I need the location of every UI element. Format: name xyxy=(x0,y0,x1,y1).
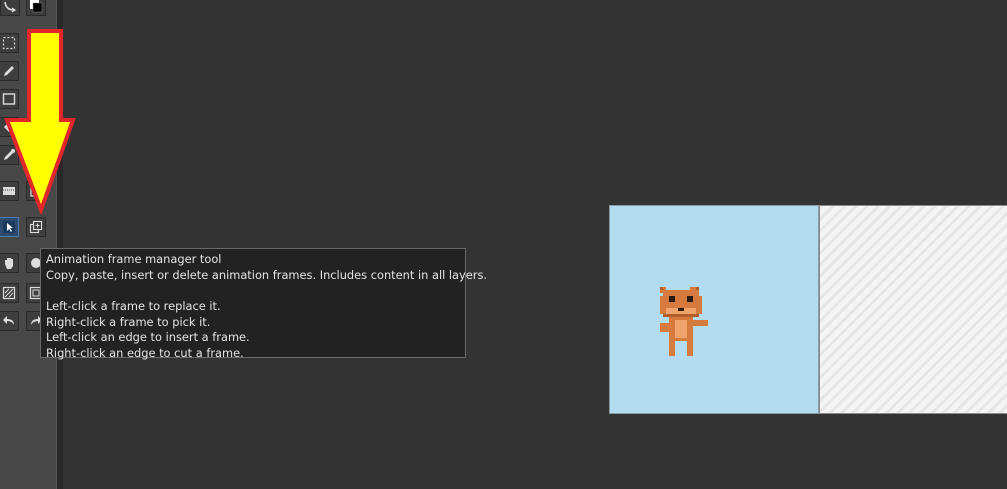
pan-tool-button[interactable] xyxy=(0,253,19,273)
eyedropper-tool-button[interactable] xyxy=(0,145,19,165)
tooltip-instruction: Left-click an edge to insert a frame. xyxy=(46,330,250,345)
color-swap-icon xyxy=(30,0,43,13)
curve-tool-button[interactable] xyxy=(0,0,20,16)
hand-icon xyxy=(5,258,13,269)
tooltip-title: Animation frame manager tool xyxy=(46,252,222,266)
marquee-icon xyxy=(2,36,16,50)
pattern-icon xyxy=(2,286,16,300)
undo-tool-button[interactable] xyxy=(0,311,19,331)
eyedropper-icon xyxy=(4,149,15,160)
undo-icon xyxy=(3,316,14,325)
move-selection-tool-button[interactable] xyxy=(0,217,19,237)
curve-icon xyxy=(4,1,17,13)
gradient-tool-button[interactable] xyxy=(0,181,19,201)
animation-frame-manager-tool-button[interactable] xyxy=(26,217,46,237)
rectangle-tool-button[interactable] xyxy=(0,89,19,109)
toolbox-panel xyxy=(0,0,56,489)
cat-sprite xyxy=(660,287,708,356)
pencil-icon xyxy=(4,66,14,76)
app-window: Animation frame manager tool Copy, paste… xyxy=(0,0,1007,489)
tool-tooltip: Animation frame manager tool Copy, paste… xyxy=(40,248,488,360)
tooltip-instruction: Right-click a frame to pick it. xyxy=(46,314,211,329)
layer-icon xyxy=(30,185,42,197)
tooltip-description: Copy, paste, insert or delete animation … xyxy=(46,267,488,282)
fill-tool-button[interactable] xyxy=(0,117,19,137)
frame-manager-icon xyxy=(29,220,43,234)
tooltip-instruction: Right-click an edge to cut a frame. xyxy=(46,346,244,361)
toolbox-splitter[interactable] xyxy=(56,0,63,489)
gradient-icon xyxy=(3,187,15,195)
pencil-tool-button[interactable] xyxy=(0,61,19,81)
selection-tool-button[interactable] xyxy=(0,33,19,53)
tooltip-spacer xyxy=(46,283,460,299)
rectangle-icon xyxy=(2,93,16,105)
cursor-icon xyxy=(3,221,15,233)
color-swap-tool-button[interactable] xyxy=(26,0,46,16)
layer-tool-button[interactable] xyxy=(26,181,46,201)
animation-frame-1[interactable] xyxy=(609,205,819,414)
bucket-icon xyxy=(4,122,14,132)
pattern-tool-button[interactable] xyxy=(0,283,19,303)
tooltip-instruction: Left-click a frame to replace it. xyxy=(46,299,221,314)
animation-frame-2-empty[interactable] xyxy=(819,205,1007,414)
